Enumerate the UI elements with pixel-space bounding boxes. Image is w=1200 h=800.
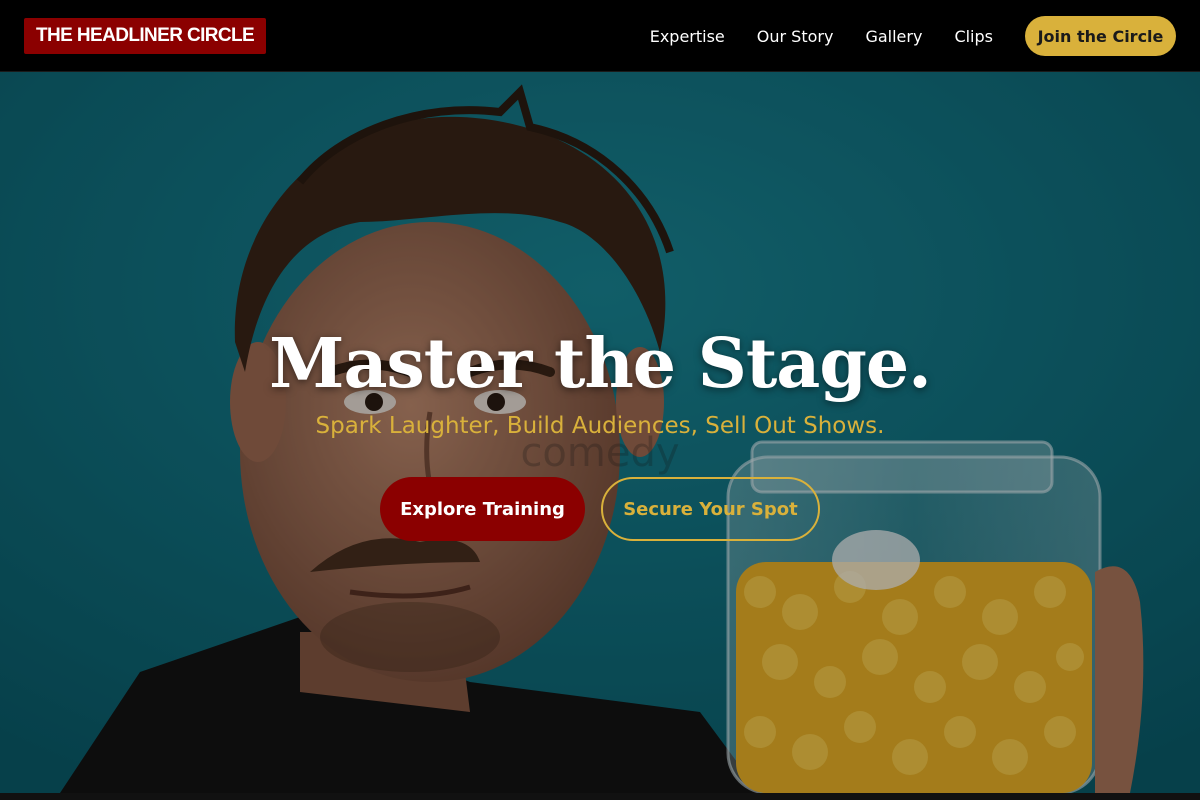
hero-title: Master the Stage.	[269, 324, 932, 404]
join-circle-button[interactable]: Join the Circle	[1025, 16, 1176, 56]
top-navbar: THE HEADLINER CIRCLE Expertise Our Story…	[0, 0, 1200, 72]
hero-content: comedy Master the Stage. Spark Laughter,…	[0, 72, 1200, 793]
nav-link-our-story[interactable]: Our Story	[757, 27, 834, 46]
explore-training-button[interactable]: Explore Training	[380, 477, 585, 541]
hero-section: comedy Master the Stage. Spark Laughter,…	[0, 72, 1200, 793]
nav-link-expertise[interactable]: Expertise	[650, 27, 725, 46]
nav-links: Expertise Our Story Gallery Clips Join t…	[650, 0, 1176, 72]
page-bottom-strip	[0, 793, 1200, 800]
nav-link-clips[interactable]: Clips	[954, 27, 993, 46]
site-logo[interactable]: THE HEADLINER CIRCLE	[24, 18, 267, 54]
nav-link-gallery[interactable]: Gallery	[865, 27, 922, 46]
secure-spot-button[interactable]: Secure Your Spot	[601, 477, 820, 541]
hero-subtitle: Spark Laughter, Build Audiences, Sell Ou…	[315, 413, 885, 439]
